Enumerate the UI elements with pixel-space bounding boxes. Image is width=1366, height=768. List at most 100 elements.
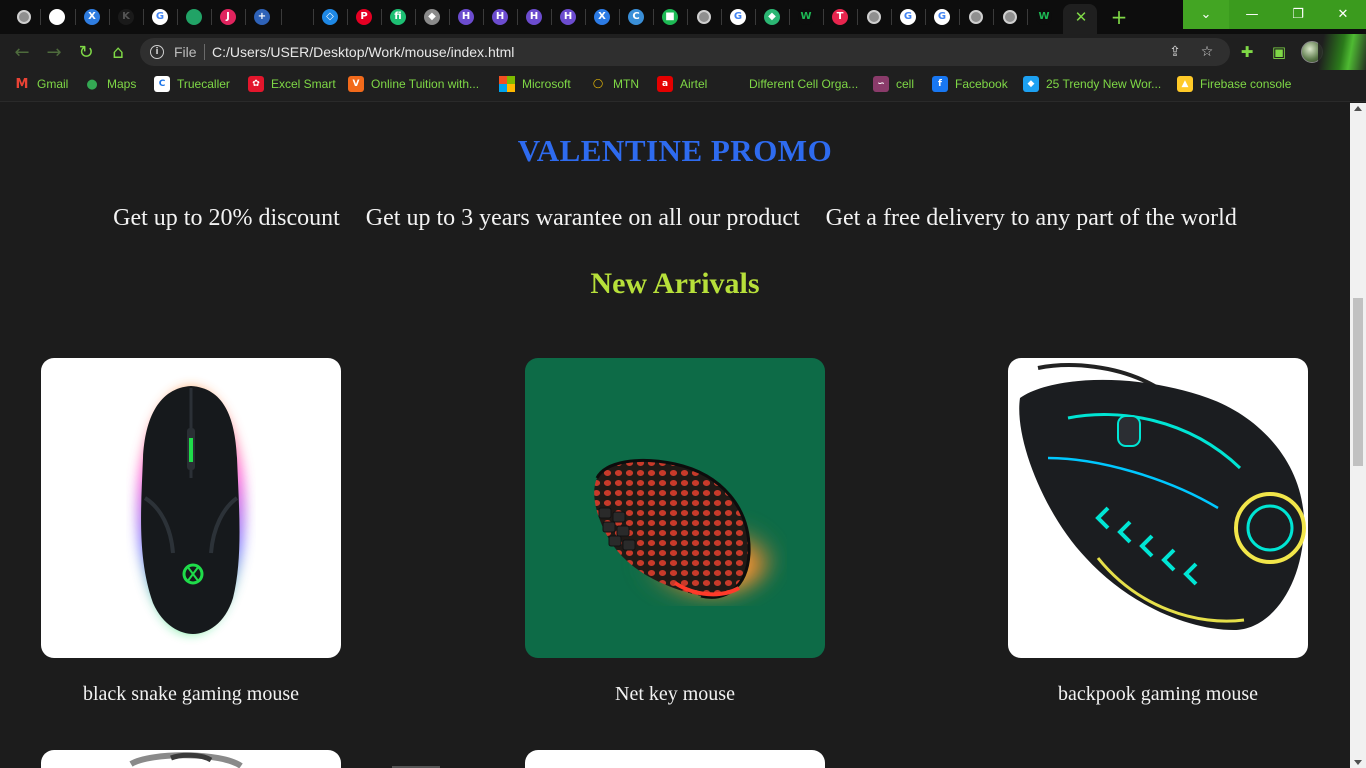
scrollbar-thumb[interactable] [1353,298,1363,466]
k-letter-icon: K [118,9,134,25]
product-card-net-key[interactable] [525,358,825,658]
forward-arrow-icon[interactable]: → [42,40,66,64]
tab-canva-icon[interactable]: C [626,7,646,27]
tab-globe-icon[interactable] [1000,7,1020,27]
tab-w-letter-icon[interactable]: W [796,7,816,27]
bookmark-airtel[interactable]: a Airtel [657,70,707,98]
url-text[interactable]: C:/Users/USER/Desktop/Work/mouse/index.h… [212,44,514,60]
backpook-mouse-image [1019,363,1306,630]
restore-button[interactable]: ❐ [1275,0,1321,29]
tab-globe-icon[interactable] [966,7,986,27]
tab-sheet-icon[interactable] [184,7,204,27]
tab-google-icon[interactable]: G [728,7,748,27]
tab-globe-icon[interactable] [14,7,34,27]
extensions-icon[interactable]: ✚ [1237,42,1257,62]
tab-separator [313,9,314,25]
tab-globe-icon[interactable] [694,7,714,27]
truecaller-icon: C [154,76,170,92]
bookmark-microsoft[interactable]: Microsoft [499,70,571,98]
bookmark-facebook[interactable]: f Facebook [932,70,1008,98]
github-icon [49,9,65,25]
tab-hackerrank-icon[interactable]: H [490,7,510,27]
info-icon[interactable]: i [150,45,164,59]
tab-github-icon[interactable] [47,7,67,27]
scroll-down-arrow-icon[interactable] [1354,760,1362,765]
tab-pinterest-icon[interactable]: P [354,7,374,27]
close-window-button[interactable]: ✕ [1320,0,1366,29]
bookmark-mtn[interactable]: ◯ MTN [590,70,639,98]
green-square-icon: ■ [662,9,678,25]
tab-separator [551,9,552,25]
tab-excel-icon[interactable]: X [592,7,612,27]
bookmark-label: Different Cell Orga... [749,77,859,91]
back-arrow-icon[interactable]: ← [10,40,34,64]
tab-separator [211,9,212,25]
tab-hackerrank-icon[interactable]: H [524,7,544,27]
bookmark-star-icon[interactable]: ☆ [1198,43,1216,61]
hackerrank-icon: H [560,9,576,25]
new-arrivals-title: New Arrivals [590,267,760,300]
home-icon[interactable]: ⌂ [106,40,130,64]
bookmark-different-cell-orga[interactable]: Different Cell Orga... [749,70,858,98]
excel-icon: X [594,9,610,25]
tab-k-letter-icon[interactable]: K [116,7,136,27]
share-icon[interactable]: ⇪ [1166,43,1184,61]
product-card-partial[interactable] [525,750,825,768]
bookmark-label: Microsoft [522,77,571,91]
bookmark-truecaller[interactable]: C Truecaller [154,70,230,98]
bookmark-online-tuition-with[interactable]: V Online Tuition with... [348,70,479,98]
bookmark-excel-smart[interactable]: ✿ Excel Smart [248,70,336,98]
bookmark-cell[interactable]: ∽ cell [873,70,914,98]
tab-separator [143,9,144,25]
tab-google-icon[interactable]: G [932,7,952,27]
tab-separator [993,9,994,25]
bookmark-label: 25 Trendy New Wor... [1046,77,1162,91]
product-card-black-snake[interactable] [41,358,341,658]
tab-separator [755,9,756,25]
minimize-button[interactable]: — [1229,0,1275,29]
tab-separator [1027,9,1028,25]
tab-layers-icon[interactable]: ◆ [422,7,442,27]
page-viewport: VALENTINE PROMO Get up to 20% discount G… [0,103,1350,768]
address-bar[interactable]: i File C:/Users/USER/Desktop/Work/mouse/… [140,38,1230,66]
promo-item-discount: Get up to 20% discount [113,205,340,231]
close-tab-icon[interactable]: ✕ [1073,7,1089,27]
tab-hackerrank-icon[interactable]: H [558,7,578,27]
bookmark-firebase-console[interactable]: ▲ Firebase console [1177,70,1291,98]
tab-cross-icon[interactable]: + [252,7,272,27]
tab-separator [789,9,790,25]
vertical-scrollbar[interactable] [1350,103,1366,768]
product-card-backpook[interactable] [1008,358,1308,658]
tab-separator [381,9,382,25]
new-tab-button[interactable]: + [1107,5,1131,29]
tab-fiverr-icon[interactable]: fi [388,7,408,27]
bookmark-25-trendy-new-wor[interactable]: ◆ 25 Trendy New Wor... [1023,70,1161,98]
reload-icon[interactable]: ↻ [74,40,98,64]
promo-title: VALENTINE PROMO [517,133,833,168]
tab-w-letter-icon[interactable]: W [1034,7,1054,27]
globe-icon [1003,10,1017,24]
globe-icon [969,10,983,24]
tab-blank-icon[interactable] [288,7,308,27]
net-key-mouse-image [594,458,773,599]
hackerrank-icon: H [492,9,508,25]
product-card-partial[interactable] [41,750,341,768]
tab-google-icon[interactable]: G [150,7,170,27]
tab-cube-icon[interactable]: T [830,7,850,27]
tab-google-icon[interactable]: G [898,7,918,27]
bookmark-gmail[interactable]: M Gmail [14,70,69,98]
tab-green-square-icon[interactable]: ■ [660,7,680,27]
tab-hackerrank-icon[interactable]: H [456,7,476,27]
tab-x-brand-icon[interactable]: X [82,7,102,27]
bookmark-maps[interactable]: ● Maps [84,70,136,98]
tab-tag-icon[interactable]: ◆ [762,7,782,27]
tab-search-button[interactable]: ⌄ [1183,0,1229,29]
tab-code-icon[interactable]: ◇ [320,7,340,27]
scroll-up-arrow-icon[interactable] [1354,106,1362,111]
hackerrank-icon: H [526,9,542,25]
tab-j-letter-icon[interactable]: J [218,7,238,27]
tab-separator [619,9,620,25]
facebook-icon: f [932,76,948,92]
tab-globe-icon[interactable] [864,7,884,27]
side-panel-icon[interactable]: ▣ [1269,42,1289,62]
